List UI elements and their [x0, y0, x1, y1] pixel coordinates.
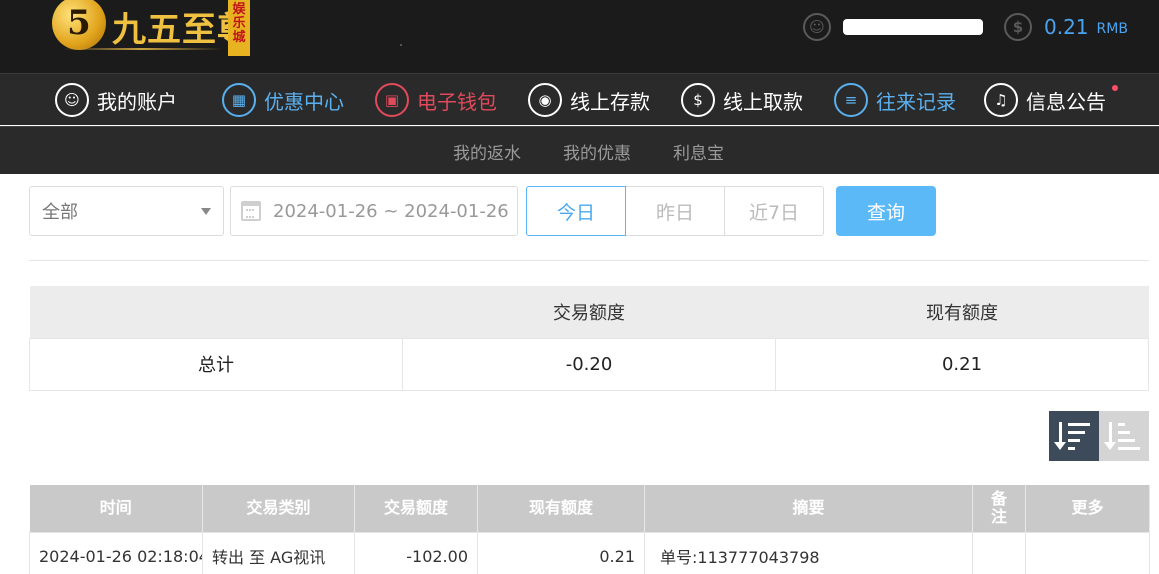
user-area[interactable]: ☺ — [803, 12, 983, 42]
col-header-summary[interactable]: 摘要 — [644, 485, 973, 532]
nav-item-announcements[interactable]: ♫ 信息公告 — [984, 83, 1118, 117]
logo-underline — [62, 48, 222, 50]
record-icon: ≡ — [834, 83, 868, 117]
subnav-rebate[interactable]: 我的返水 — [453, 139, 521, 164]
col-header-note[interactable]: 备注 — [972, 485, 1026, 532]
main-nav: ☺ 我的账户 ▦ 优惠中心 ▣ 电子钱包 ◉ 线上存款 $ 线上取款 ≡ 往来记… — [0, 73, 1159, 125]
summary-total-label: 总计 — [29, 337, 403, 391]
transaction-table: 时间 交易类别 交易额度 现有额度 摘要 备注 更多 2024-01-26 02… — [29, 485, 1150, 574]
cell-more[interactable] — [1025, 531, 1150, 574]
table-row[interactable]: 2024-01-26 02:18:04 转出 至 AG视讯 -102.00 0.… — [29, 531, 1150, 574]
username-redacted — [843, 19, 983, 35]
nav-item-promotions[interactable]: ▦ 优惠中心 — [222, 83, 344, 117]
col-header-balance[interactable]: 现有额度 — [477, 485, 645, 532]
transaction-header-row: 时间 交易类别 交易额度 现有额度 摘要 备注 更多 — [29, 485, 1150, 532]
subnav-my-promotions[interactable]: 我的优惠 — [563, 139, 631, 164]
balance-unit: RMB — [1096, 20, 1128, 37]
range-7days-button[interactable]: 近7日 — [724, 186, 824, 236]
dollar-circle-icon: $ — [1004, 13, 1032, 41]
divider — [29, 260, 1149, 261]
nav-item-deposit[interactable]: ◉ 线上存款 — [528, 83, 650, 117]
chevron-down-icon — [201, 208, 211, 215]
summary-total-balance: 0.21 — [775, 337, 1149, 391]
summary-header-blank — [29, 286, 403, 338]
col-header-type[interactable]: 交易类别 — [202, 485, 355, 532]
withdraw-icon: $ — [681, 83, 715, 117]
subnav-interest[interactable]: 利息宝 — [673, 139, 724, 164]
col-header-amount[interactable]: 交易额度 — [354, 485, 478, 532]
logo-tag: 娱乐城 — [228, 0, 250, 56]
balance-area[interactable]: $ 0.21 RMB — [1004, 12, 1128, 42]
date-range-input[interactable]: 2024-01-26 ~ 2024-01-26 — [230, 186, 518, 236]
summary-total-row: 总计 -0.20 0.21 — [29, 337, 1149, 391]
summary-header-row: 交易额度 现有额度 — [29, 286, 1149, 338]
category-select-value: 全部 — [42, 202, 78, 223]
deposit-icon: ◉ — [528, 83, 562, 117]
sort-ascending-button[interactable] — [1099, 411, 1149, 461]
nav-item-label: 往来记录 — [876, 89, 956, 114]
sort-descending-button[interactable] — [1049, 411, 1099, 461]
cell-summary: 单号:113777043798 — [644, 531, 973, 574]
user-circle-icon: ☺ — [803, 13, 831, 41]
sort-ascending-icon — [1104, 422, 1141, 450]
nav-item-withdraw[interactable]: $ 线上取款 — [681, 83, 803, 117]
user-icon: ☺ — [55, 83, 89, 117]
nav-item-label: 线上存款 — [570, 89, 650, 114]
col-header-more[interactable]: 更多 — [1025, 485, 1150, 532]
top-header: 5 九五至尊 娱乐城 ☺ $ 0.21 RMB — [0, 0, 1159, 73]
wallet-icon: ▣ — [375, 83, 409, 117]
balance-value: 0.21 — [1044, 15, 1089, 39]
logo-emblem: 5 — [52, 0, 106, 50]
nav-item-e-wallet[interactable]: ▣ 电子钱包 — [375, 83, 497, 117]
category-select[interactable]: 全部 — [29, 186, 224, 236]
query-button[interactable]: 查询 — [836, 186, 936, 236]
decorative-dot — [400, 44, 402, 46]
summary-total-amount: -0.20 — [402, 337, 776, 391]
cell-balance: 0.21 — [477, 531, 645, 574]
nav-item-label: 线上取款 — [723, 89, 803, 114]
nav-item-label: 优惠中心 — [264, 89, 344, 114]
sub-nav: 我的返水 我的优惠 利息宝 — [0, 126, 1159, 174]
range-today-button[interactable]: 今日 — [526, 186, 626, 236]
cell-time: 2024-01-26 02:18:04 — [29, 531, 203, 574]
summary-table: 交易额度 现有额度 总计 -0.20 0.21 — [29, 286, 1149, 391]
cell-note — [972, 531, 1026, 574]
nav-item-my-account[interactable]: ☺ 我的账户 — [55, 83, 177, 117]
summary-header-balance: 现有额度 — [775, 286, 1149, 338]
summary-header-amount: 交易额度 — [402, 286, 776, 338]
date-range-value: 2024-01-26 ~ 2024-01-26 — [273, 200, 509, 222]
nav-item-label: 信息公告 — [1026, 89, 1106, 114]
nav-item-label: 电子钱包 — [417, 89, 497, 114]
nav-item-records[interactable]: ≡ 往来记录 — [834, 83, 956, 117]
gift-icon: ▦ — [222, 83, 256, 117]
sort-descending-icon — [1054, 422, 1091, 450]
bell-icon: ♫ — [984, 83, 1018, 117]
notification-dot — [1112, 85, 1118, 91]
cell-type: 转出 至 AG视讯 — [202, 531, 355, 574]
col-header-time[interactable]: 时间 — [29, 485, 203, 532]
range-yesterday-button[interactable]: 昨日 — [625, 186, 725, 236]
cell-amount: -102.00 — [354, 531, 478, 574]
nav-item-label: 我的账户 — [97, 89, 177, 114]
calendar-icon — [241, 201, 261, 221]
